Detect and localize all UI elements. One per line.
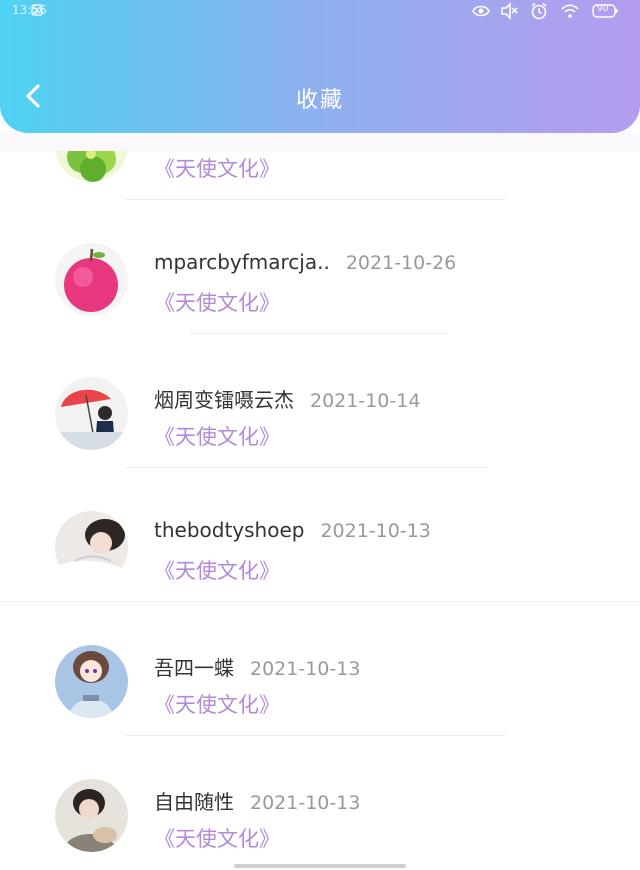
avatar — [55, 377, 128, 450]
status-bar: 13:56 90 — [0, 0, 640, 22]
item-date: 2021-10-13 — [320, 520, 431, 542]
item-tag: 《天使文化》 — [154, 157, 280, 181]
item-username: 烟周变镭嗫云杰 — [154, 388, 294, 412]
page-title: 收藏 — [295, 88, 344, 113]
item-name: 烟周变镭嗫云杰 2021-10-14 — [154, 384, 420, 413]
item-username: thebodtyshoep — [154, 518, 305, 542]
avatar — [55, 645, 128, 718]
item-name: 自由随性 2021-10-13 — [154, 786, 360, 815]
eye-icon — [472, 2, 490, 20]
item-tag: 《天使文化》 — [154, 827, 280, 851]
item-username: 吾四一蝶 — [154, 656, 234, 680]
notification-icon — [30, 2, 48, 20]
list-item[interactable]: 烟周变镭嗫云杰 2021-10-14 《天使文化》 — [0, 334, 640, 468]
list-item[interactable]: thebodtyshoep 2021-10-13 《天使文化》 — [0, 468, 640, 602]
item-username: mparcbyfmarcja.. — [154, 250, 330, 274]
item-name: mparcbyfmarcja.. 2021-10-26 — [154, 250, 456, 274]
header-bar: 13:56 90 收藏 — [0, 0, 640, 133]
list-item[interactable]: mparcbyfmarcja.. 2021-10-26 《天使文化》 — [0, 200, 640, 334]
wifi-icon — [561, 2, 579, 20]
item-tag: 《天使文化》 — [154, 425, 280, 449]
item-tag: 《天使文化》 — [154, 291, 280, 315]
item-tag: 《天使文化》 — [154, 693, 280, 717]
item-name: 吾四一蝶 2021-10-13 — [154, 652, 360, 681]
home-indicator[interactable] — [234, 864, 406, 868]
mute-icon — [500, 2, 518, 20]
item-tag: 《天使文化》 — [154, 559, 280, 583]
list-item[interactable]: 吾四一蝶 2021-10-13 《天使文化》 — [0, 602, 640, 736]
item-date: 2021-10-26 — [345, 252, 457, 274]
item-name: thebodtyshoep 2021-10-13 — [154, 518, 431, 542]
list-item[interactable]: 自由随性 2021-10-13 《天使文化》 — [0, 736, 640, 870]
item-date: 2021-10-13 — [250, 658, 361, 680]
item-username: 自由随性 — [154, 790, 234, 814]
item-date: 2021-10-14 — [310, 390, 421, 412]
item-date: 2021-10-13 — [250, 792, 361, 814]
header-shadow-band — [0, 133, 640, 151]
battery-level: 90 — [597, 4, 609, 14]
avatar — [55, 511, 128, 584]
avatar — [55, 779, 128, 852]
avatar — [55, 243, 128, 316]
alarm-icon — [530, 2, 548, 20]
